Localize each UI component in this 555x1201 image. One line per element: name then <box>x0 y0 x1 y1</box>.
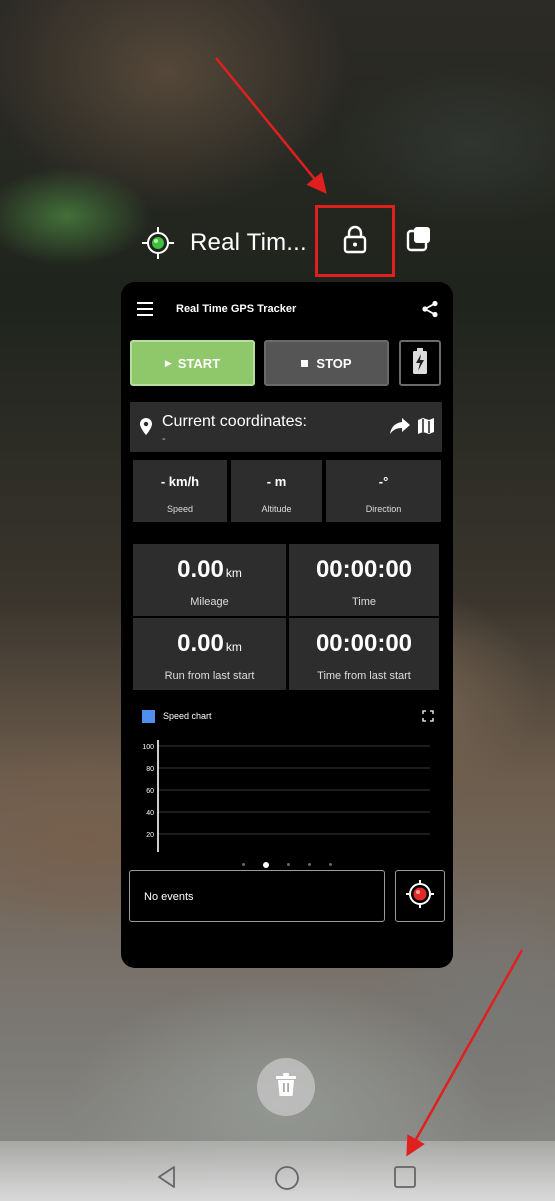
coordinates-value: - <box>162 433 166 445</box>
y-tick-label: 20 <box>146 832 154 839</box>
lock-button[interactable] <box>315 205 395 277</box>
task-title: Real Tim... <box>190 229 307 256</box>
run-from-last-start-metric: 0.00 km Run from last start <box>133 618 286 690</box>
stop-button[interactable]: STOP <box>264 340 389 386</box>
split-screen-button[interactable] <box>402 224 436 258</box>
coordinates-panel: Current coordinates: - <box>130 402 442 452</box>
y-tick-label: 80 <box>146 766 154 773</box>
lock-icon <box>342 224 368 259</box>
speed-chart: Speed chart 100 80 60 40 20 <box>130 700 442 852</box>
map-icon[interactable] <box>418 418 434 439</box>
y-tick-label: 40 <box>146 810 154 817</box>
mileage-metric: 0.00 km Mileage <box>133 544 286 616</box>
time-value: 00:00:00 <box>315 556 413 583</box>
back-icon[interactable] <box>155 1165 179 1194</box>
play-icon: ▶ <box>164 357 172 368</box>
y-tick-label: 60 <box>146 788 154 795</box>
legend-swatch <box>142 710 155 723</box>
app-title: Real Time GPS Tracker <box>176 303 297 315</box>
direction-metric: -° Direction <box>326 460 441 522</box>
page-dot[interactable] <box>287 863 290 867</box>
clear-all-button[interactable] <box>257 1058 315 1116</box>
stop-icon <box>301 359 309 367</box>
page-dot[interactable] <box>263 861 269 868</box>
mileage-value: 0.00 <box>177 556 224 583</box>
page-dot[interactable] <box>308 863 311 867</box>
app-preview-card[interactable]: Real Time GPS Tracker ▶ START STOP Curre… <box>121 282 453 968</box>
direction-label: Direction <box>365 504 402 514</box>
mileage-label: Mileage <box>190 596 229 608</box>
speed-value: - km/h <box>160 474 200 489</box>
recents-icon[interactable] <box>393 1165 417 1194</box>
location-pin-icon <box>140 418 152 440</box>
split-screen-icon <box>404 224 434 259</box>
stop-label: STOP <box>316 355 352 371</box>
task-header: Real Tim... <box>140 222 307 264</box>
altitude-label: Altitude <box>261 504 292 514</box>
mileage-unit: km <box>225 566 242 580</box>
page-dot[interactable] <box>329 863 332 867</box>
forward-arrow-icon[interactable] <box>390 418 410 439</box>
time-label: Time <box>351 596 377 608</box>
menu-icon[interactable] <box>137 302 153 316</box>
events-box: No events <box>129 870 385 922</box>
start-button[interactable]: ▶ START <box>130 340 255 386</box>
start-label: START <box>177 355 221 371</box>
run-value: 0.00 <box>177 630 224 657</box>
share-icon[interactable] <box>421 300 439 323</box>
run-unit: km <box>225 640 242 654</box>
time-from-last-start-metric: 00:00:00 Time from last start <box>289 618 439 690</box>
page-dot[interactable] <box>242 863 245 867</box>
trash-icon <box>275 1072 297 1102</box>
time-metric: 00:00:00 Time <box>289 544 439 616</box>
legend-label: Speed chart <box>163 711 212 721</box>
record-target-icon <box>405 879 435 914</box>
time-from-last-value: 00:00:00 <box>315 630 413 657</box>
altitude-metric: - m Altitude <box>231 460 322 522</box>
app-bar: Real Time GPS Tracker <box>121 282 453 336</box>
y-tick-label: 100 <box>142 744 154 751</box>
events-text: No events <box>144 891 194 903</box>
speed-metric: - km/h Speed <box>133 460 227 522</box>
battery-bolt-icon <box>412 347 428 380</box>
record-button[interactable] <box>395 870 445 922</box>
direction-value: -° <box>378 474 389 489</box>
battery-button[interactable] <box>399 340 441 386</box>
expand-icon[interactable] <box>422 709 434 727</box>
home-icon[interactable] <box>274 1165 300 1196</box>
altitude-value: - m <box>266 474 287 489</box>
chart-plot: 100 80 60 40 20 <box>142 740 430 852</box>
coordinates-label: Current coordinates: <box>162 413 307 430</box>
time-from-last-label: Time from last start <box>317 670 411 682</box>
speed-label: Speed <box>166 504 194 514</box>
run-label: Run from last start <box>164 670 255 682</box>
gps-target-icon[interactable] <box>140 225 176 261</box>
